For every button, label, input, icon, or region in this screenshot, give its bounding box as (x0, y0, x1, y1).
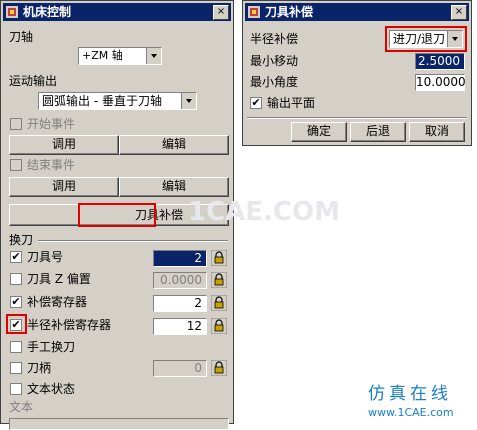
back-button[interactable]: 后退 (350, 122, 406, 142)
tool-change-label: 换刀 (9, 233, 34, 247)
radius-comp-register-field[interactable]: 12 (153, 318, 207, 335)
comp-register-label: 补偿寄存器 (27, 295, 88, 309)
app-icon (6, 6, 18, 18)
ok-button[interactable]: 确定 (291, 122, 347, 142)
output-plane-label: 输出平面 (267, 96, 316, 110)
dialog-title: 机床控制 (23, 5, 72, 19)
holder-label: 刀柄 (27, 361, 52, 375)
chevron-down-icon[interactable] (181, 93, 196, 109)
close-button[interactable]: × (213, 5, 229, 20)
close-button[interactable]: × (451, 5, 467, 20)
comp-register-checkbox[interactable]: ✔ (10, 296, 22, 308)
motion-output-value: 圆弧输出 - 垂直于刀轴 (42, 94, 162, 108)
text-status-checkbox[interactable] (10, 383, 22, 395)
motion-output-label: 运动输出 (9, 74, 58, 88)
cutter-comp-dialog: 刀具补偿 × 半径补偿 进刀/退刀 最小移动 2.5000 最小角度 10.00… (242, 0, 472, 146)
highlight-radius-comp-select (385, 26, 467, 52)
end-event-edit-button[interactable]: 编辑 (119, 177, 229, 197)
lock-icon[interactable] (211, 250, 227, 266)
lock-icon[interactable] (211, 295, 227, 311)
start-event-checkbox[interactable] (10, 118, 22, 130)
motion-output-select[interactable]: 圆弧输出 - 垂直于刀轴 (38, 92, 197, 110)
tool-number-label: 刀具号 (27, 250, 64, 264)
watermark-center: 1CAE.COM (188, 197, 340, 227)
min-move-field[interactable]: 2.5000 (415, 53, 465, 70)
text-label: 文本 (9, 400, 34, 414)
tool-change-divider (38, 240, 228, 242)
text-status-label: 文本状态 (27, 382, 76, 396)
start-event-label: 开始事件 (27, 117, 76, 131)
dialog-title: 刀具补偿 (265, 5, 314, 19)
radius-comp-label: 半径补偿 (250, 32, 299, 46)
end-event-call-button[interactable]: 调用 (9, 177, 119, 197)
tool-axis-select[interactable]: +ZM 轴 (78, 47, 162, 65)
lock-icon[interactable] (211, 318, 227, 334)
tool-axis-label: 刀轴 (9, 30, 34, 44)
lock-icon[interactable] (211, 272, 227, 288)
button-divider (247, 117, 467, 119)
comp-register-field[interactable]: 2 (153, 295, 207, 312)
start-event-call-button[interactable]: 调用 (9, 135, 119, 155)
highlight-radius-comp-checkbox (6, 314, 27, 334)
tool-axis-value: +ZM 轴 (82, 49, 123, 62)
min-angle-label: 最小角度 (250, 75, 299, 89)
highlight-cutter-comp (78, 203, 156, 227)
cutter-comp-titlebar[interactable]: 刀具补偿 × (245, 3, 469, 21)
tool-z-offset-checkbox[interactable] (10, 273, 22, 285)
min-angle-field[interactable]: 10.0000 (415, 74, 466, 91)
manual-tool-change-label: 手工换刀 (27, 340, 76, 354)
radius-comp-register-label: 半径补偿寄存器 (27, 318, 112, 332)
app-icon (248, 6, 260, 18)
cancel-button[interactable]: 取消 (409, 122, 465, 142)
tool-z-offset-label: 刀具 Z 偏置 (27, 272, 91, 286)
end-event-checkbox[interactable] (10, 159, 22, 171)
watermark-brand-cn: 仿真在线 (368, 384, 452, 404)
lock-icon[interactable] (211, 360, 227, 376)
tool-z-offset-field[interactable]: 0.0000 (153, 272, 207, 289)
tool-number-field[interactable]: 2 (153, 250, 207, 267)
end-event-label: 结束事件 (27, 158, 76, 172)
manual-tool-change-checkbox[interactable] (10, 341, 22, 353)
holder-checkbox[interactable] (10, 362, 22, 374)
machine-control-titlebar[interactable]: 机床控制 × (3, 3, 231, 21)
holder-field[interactable]: 0 (153, 360, 207, 377)
watermark-brand-url: www.1CAE.com (368, 406, 454, 419)
min-move-label: 最小移动 (250, 54, 299, 68)
start-event-edit-button[interactable]: 编辑 (119, 135, 229, 155)
chevron-down-icon[interactable] (146, 48, 161, 64)
tool-number-checkbox[interactable]: ✔ (10, 251, 22, 263)
output-plane-checkbox[interactable]: ✔ (250, 97, 262, 109)
text-field[interactable] (9, 418, 229, 430)
